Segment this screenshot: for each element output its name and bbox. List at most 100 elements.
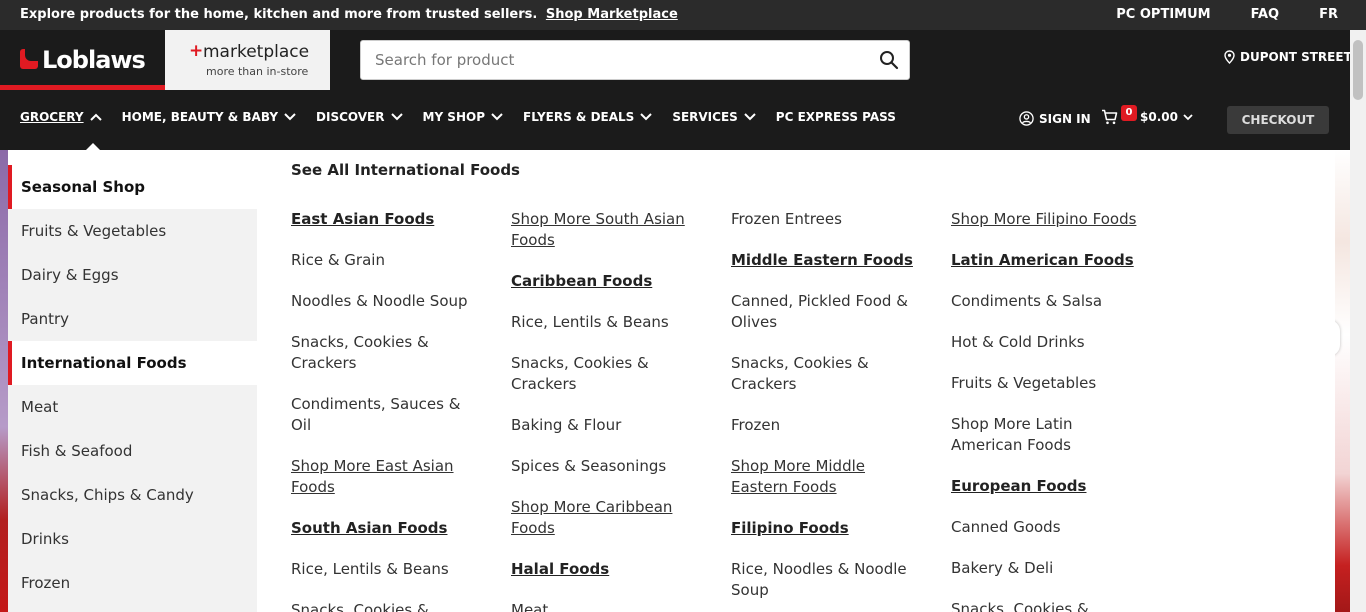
sign-in-button[interactable]: SIGN IN [1019,111,1091,126]
sidebar-item-frozen[interactable]: Frozen [8,561,257,605]
faq-link[interactable]: FAQ [1251,7,1280,22]
menu-link[interactable]: Shop More Filipino Foods [951,209,1141,230]
plus-icon: + [189,41,204,61]
cart-button[interactable]: 0 $0.00 [1101,105,1193,125]
cart-icon [1102,109,1118,125]
store-name: DUPONT STREET [1240,50,1352,64]
search-icon[interactable] [879,50,901,72]
menu-link[interactable]: Condiments & Salsa [951,291,1141,312]
menu-link[interactable]: Frozen Entrees [731,209,921,230]
nav-discover[interactable]: DISCOVER [316,110,403,124]
chevron-down-icon [284,113,296,121]
user-icon [1019,111,1034,126]
category-sidebar: Seasonal Shop Fruits & Vegetables Dairy … [8,165,257,612]
chevron-down-icon [491,113,503,121]
menu-category-heading[interactable]: Middle Eastern Foods [731,250,921,271]
chevron-down-icon [640,113,653,121]
sidebar-item-fruits-vegetables[interactable]: Fruits & Vegetables [8,209,257,253]
menu-link[interactable]: Shop More Caribbean Foods [511,497,701,539]
menu-link[interactable]: Hot & Cold Drinks [951,332,1141,353]
background-hero-left [0,150,8,612]
nav-label: DISCOVER [316,110,385,124]
sidebar-item-snacks-chips-candy[interactable]: Snacks, Chips & Candy [8,473,257,517]
nav-label: FLYERS & DEALS [523,110,635,124]
background-hero-right [1335,150,1350,612]
menu-link[interactable]: Bakery & Deli [951,558,1141,579]
menu-link[interactable]: Shop More East Asian Foods [291,456,481,498]
marketplace-subtitle: more than in-store [206,65,309,78]
menu-category-heading[interactable]: South Asian Foods [291,518,481,539]
loblaws-logo[interactable]: Loblaws [0,30,165,90]
promo-bar: Explore products for the home, kitchen a… [0,0,1366,30]
menu-link[interactable]: Shop More Middle Eastern Foods [731,456,921,498]
loblaws-logo-icon [20,48,39,69]
nav-grocery[interactable]: GROCERY [20,110,102,124]
menu-link[interactable]: Fruits & Vegetables [951,373,1141,394]
menu-link[interactable]: Frozen [731,415,921,436]
checkout-button[interactable]: CHECKOUT [1227,106,1329,134]
menu-category-heading[interactable]: Latin American Foods [951,250,1141,271]
chevron-down-icon [1183,113,1193,120]
store-selector[interactable]: DUPONT STREET [1224,50,1352,64]
menu-category-heading[interactable]: Halal Foods [511,559,701,580]
marketplace-logo[interactable]: + marketplace more than in-store [165,30,330,90]
international-foods-panel: See All International Foods East Asian F… [257,150,1335,612]
nav-services[interactable]: SERVICES [672,110,756,124]
language-toggle-link[interactable]: FR [1319,7,1338,22]
menu-category-heading[interactable]: Caribbean Foods [511,271,701,292]
menu-link[interactable]: Rice, Lentils & Beans [291,559,481,580]
menu-link[interactable]: Rice & Grain [291,250,481,271]
nav-pc-express-pass[interactable]: PC EXPRESS PASS [776,110,896,124]
sidebar-item-drinks[interactable]: Drinks [8,517,257,561]
menu-link[interactable]: Condiments, Sauces & Oil [291,394,481,436]
menu-column-2: Shop More South Asian Foods Caribbean Foo… [511,209,701,612]
menu-category-heading[interactable]: East Asian Foods [291,209,481,230]
menu-link[interactable]: Shop More Latin American Foods [951,414,1141,456]
sidebar-item-pantry[interactable]: Pantry [8,297,257,341]
utility-links: PC OPTIMUM FAQ FR [1076,7,1338,22]
menu-link[interactable]: Baking & Flour [511,415,701,436]
sidebar-item-meat[interactable]: Meat [8,385,257,429]
menu-category-heading[interactable]: European Foods [951,476,1141,497]
menu-link[interactable]: Snacks, Cookies & Crackers [511,353,701,395]
location-pin-icon [1224,50,1235,64]
menu-link[interactable]: Snacks, Cookies & [291,600,481,612]
menu-link[interactable]: Snacks, Cookies & Crackers [291,332,481,374]
scrollbar-thumb[interactable] [1353,40,1363,100]
cart-count-badge: 0 [1121,105,1137,121]
see-all-international-foods-link[interactable]: See All International Foods [291,161,520,179]
promo-text: Explore products for the home, kitchen a… [20,7,538,22]
marketplace-title: marketplace [203,42,310,62]
nav-my-shop[interactable]: MY SHOP [423,110,504,124]
chevron-up-icon [89,113,102,121]
menu-link[interactable]: Spices & Seasonings [511,456,701,477]
menu-link[interactable]: Snacks, Cookies & [951,599,1141,612]
sidebar-item-international-foods[interactable]: International Foods [8,341,257,385]
nav-label: HOME, BEAUTY & BABY [121,110,279,124]
sidebar-item-seasonal-shop[interactable]: Seasonal Shop [8,165,257,209]
menu-link[interactable]: Noodles & Noodle Soup [291,291,481,312]
nav-label: MY SHOP [422,110,486,124]
nav-flyers-deals[interactable]: FLYERS & DEALS [523,110,653,124]
menu-column-1: East Asian Foods Rice & Grain Noodles & No… [291,209,481,612]
menu-link[interactable]: Snacks, Cookies & Crackers [731,353,921,395]
menu-link[interactable]: Canned, Pickled Food & Olives [731,291,921,333]
sidebar-item-fish-seafood[interactable]: Fish & Seafood [8,429,257,473]
menu-link[interactable]: Meat [511,600,701,612]
cart-total: $0.00 [1140,110,1193,124]
nav-label: GROCERY [20,110,84,124]
nav-home-beauty-baby[interactable]: HOME, BEAUTY & BABY [122,110,296,124]
promo-message: Explore products for the home, kitchen a… [20,7,678,22]
menu-link[interactable]: Rice, Noodles & Noodle Soup [731,559,921,601]
menu-link[interactable]: Shop More South Asian Foods [511,209,701,251]
menu-category-heading[interactable]: Filipino Foods [731,518,921,539]
page-scrollbar[interactable] [1350,30,1366,612]
menu-link[interactable]: Canned Goods [951,517,1141,538]
menu-column-3: Frozen Entrees Middle Eastern Foods Canned… [731,209,921,612]
menu-link[interactable]: Rice, Lentils & Beans [511,312,701,333]
shop-marketplace-link[interactable]: Shop Marketplace [546,7,678,22]
search-input[interactable] [375,41,865,79]
dropdown-caret [86,143,100,150]
sidebar-item-dairy-eggs[interactable]: Dairy & Eggs [8,253,257,297]
pc-optimum-link[interactable]: PC OPTIMUM [1116,7,1210,22]
